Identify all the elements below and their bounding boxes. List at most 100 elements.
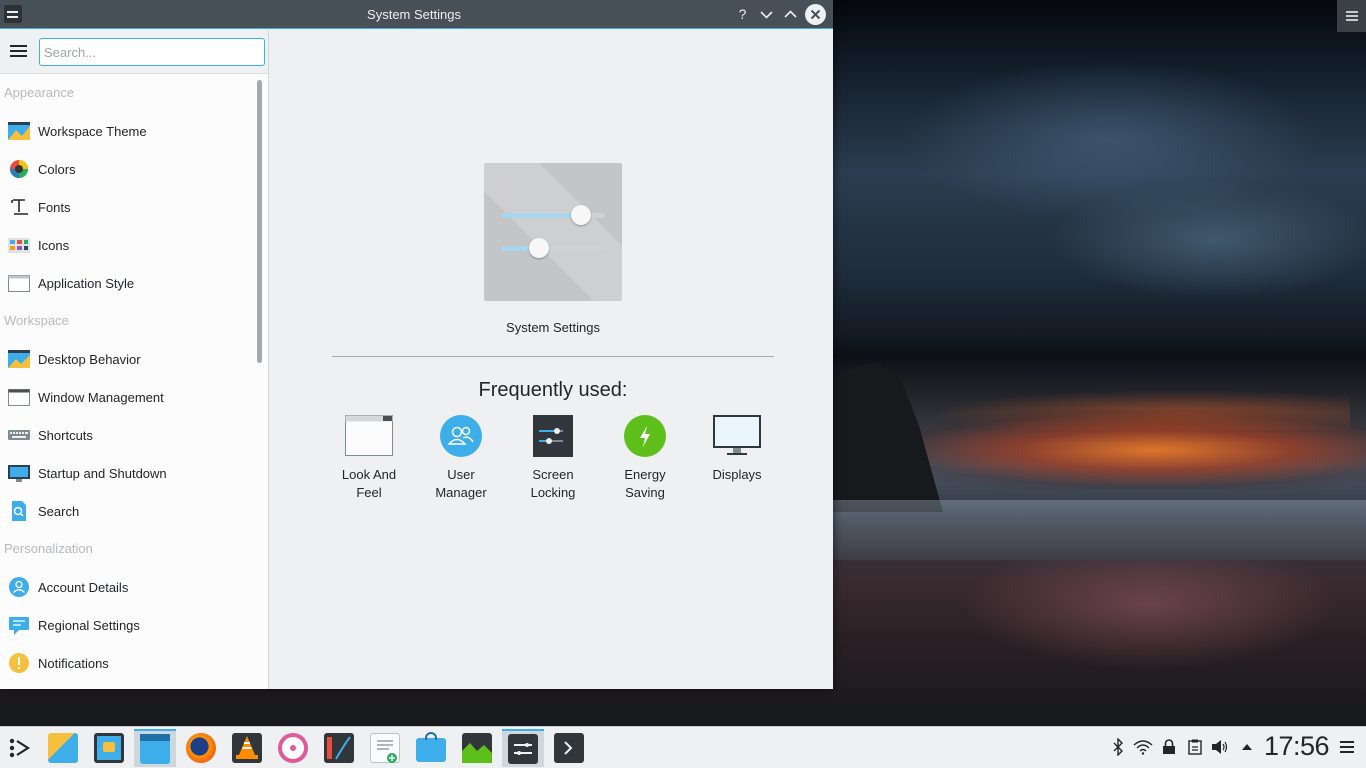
close-button[interactable] xyxy=(805,4,826,25)
screen-locking-icon xyxy=(529,414,577,458)
clock[interactable]: 17:56 xyxy=(1264,731,1330,762)
monitor-icon xyxy=(8,462,30,484)
minimize-button[interactable] xyxy=(756,4,777,25)
frequent-item-label: Look And xyxy=(341,467,397,482)
window-titlebar[interactable]: System Settings ? xyxy=(0,0,833,29)
volume-icon[interactable] xyxy=(1210,737,1230,757)
frequent-item-label: Screen xyxy=(532,467,574,482)
taskbar-app-ksysguard[interactable] xyxy=(456,729,498,767)
sidebar-item-window-management[interactable]: Window Management xyxy=(0,378,256,416)
user-manager-icon xyxy=(437,414,485,458)
taskbar-app-system-monitor[interactable] xyxy=(318,729,360,767)
taskbar-app-eye[interactable] xyxy=(272,729,314,767)
wallpaper-reflection xyxy=(960,560,1340,670)
search-icon xyxy=(8,500,30,522)
search-input[interactable] xyxy=(39,38,265,66)
sidebar-list: Appearance Workspace Theme Colors Fonts xyxy=(0,74,256,682)
sidebar-item-regional-settings[interactable]: Regional Settings xyxy=(0,606,256,644)
hamburger-menu-icon[interactable] xyxy=(10,45,27,58)
taskbar-app-screenshot[interactable] xyxy=(88,729,130,767)
category-personalization: Personalization xyxy=(4,541,93,556)
regional-settings-icon xyxy=(8,614,30,636)
screenshot-icon xyxy=(94,733,124,763)
sidebar-item-label: Notifications xyxy=(38,655,109,671)
taskbar-app-text-editor[interactable] xyxy=(364,729,406,767)
settings-icon xyxy=(508,734,538,764)
sidebar-item-startup-shutdown[interactable]: Startup and Shutdown xyxy=(0,454,256,492)
hero-slider-knob xyxy=(571,205,591,225)
wifi-icon[interactable] xyxy=(1133,737,1153,757)
taskbar-app-system-settings[interactable] xyxy=(502,729,544,767)
sidebar-item-label: Desktop Behavior xyxy=(38,351,141,367)
expand-tray-icon[interactable] xyxy=(1237,737,1257,757)
frequently-used-title: Frequently used: xyxy=(478,379,628,401)
taskbar-app-vlc[interactable] xyxy=(226,729,268,767)
window-management-icon xyxy=(8,386,30,408)
system-monitor-icon xyxy=(324,733,354,763)
taskbar-app-file-manager[interactable] xyxy=(134,729,176,767)
sidebar-item-label: Search xyxy=(38,503,80,519)
frequent-item-label: Feel xyxy=(356,485,382,500)
system-settings-hero-icon xyxy=(484,163,622,301)
frequent-item-displays[interactable]: Displays xyxy=(697,414,777,484)
help-button[interactable]: ? xyxy=(732,4,753,25)
frequent-item-energy-saving[interactable]: Energy Saving xyxy=(605,414,685,502)
sidebar-item-label: Account Details xyxy=(38,579,129,595)
frequent-item-label: Manager xyxy=(435,485,487,500)
sidebar-item-fonts[interactable]: Fonts xyxy=(0,188,256,226)
sidebar-item-label: Workspace Theme xyxy=(38,123,147,139)
terminal-icon xyxy=(554,733,584,763)
window-title: System Settings xyxy=(367,7,461,22)
look-and-feel-icon xyxy=(345,414,393,458)
sidebar-item-label: Startup and Shutdown xyxy=(38,465,167,481)
sidebar-item-label: Icons xyxy=(38,237,70,253)
sidebar-item-label: Window Management xyxy=(38,389,164,405)
sidebar-item-label: Colors xyxy=(38,161,76,177)
taskbar-app-kde-theme[interactable] xyxy=(42,729,84,767)
panel-menu-icon[interactable] xyxy=(1340,741,1354,753)
sidebar-item-label: Shortcuts xyxy=(38,427,93,443)
sidebar-scrollbar[interactable] xyxy=(257,80,262,363)
frequent-item-label: Energy xyxy=(624,467,666,482)
taskbar-app-discover[interactable] xyxy=(410,729,452,767)
taskbar: 17:56 xyxy=(0,726,1366,768)
wallpaper-surf xyxy=(833,500,1366,560)
sidebar-item-icons[interactable]: Icons xyxy=(0,226,256,264)
sidebar-item-notifications[interactable]: Notifications xyxy=(0,644,256,682)
taskbar-app-konsole[interactable] xyxy=(548,729,590,767)
workspace-theme-icon xyxy=(8,120,30,142)
frequent-item-look-and-feel[interactable]: Look And Feel xyxy=(329,414,409,502)
category-workspace: Workspace xyxy=(4,313,69,328)
sidebar-item-application-style[interactable]: Application Style xyxy=(0,264,256,302)
activity-chart-icon xyxy=(462,733,492,763)
bluetooth-icon[interactable] xyxy=(1108,737,1128,757)
sidebar-item-colors[interactable]: Colors xyxy=(0,150,256,188)
sidebar-header xyxy=(0,30,268,74)
frequent-item-user-manager[interactable]: User Manager xyxy=(421,414,501,502)
display-icon xyxy=(713,414,761,458)
workspace-theme-icon xyxy=(48,733,78,763)
sidebar-item-account-details[interactable]: Account Details xyxy=(0,568,256,606)
user-icon xyxy=(8,576,30,598)
chevron-up-icon xyxy=(784,10,797,18)
main-content: System Settings Frequently used: Look An… xyxy=(270,30,833,689)
lock-icon[interactable] xyxy=(1159,737,1179,757)
close-icon xyxy=(810,9,821,20)
clipboard-icon[interactable] xyxy=(1185,737,1205,757)
desktop-toolbox-button[interactable] xyxy=(1337,0,1366,32)
sidebar-item-workspace-theme[interactable]: Workspace Theme xyxy=(0,112,256,150)
notification-icon xyxy=(8,652,30,674)
sidebar-item-label: Fonts xyxy=(38,199,71,215)
sidebar-item-search[interactable]: Search xyxy=(0,492,256,530)
sidebar-item-shortcuts[interactable]: Shortcuts xyxy=(0,416,256,454)
system-settings-window: System Settings ? Appearance Workspace xyxy=(0,0,833,689)
maximize-button[interactable] xyxy=(780,4,801,25)
wallpaper-sunset xyxy=(880,410,1366,490)
application-launcher-icon[interactable] xyxy=(6,736,34,760)
frequent-item-label: Locking xyxy=(530,485,576,500)
sidebar-item-desktop-behavior[interactable]: Desktop Behavior xyxy=(0,340,256,378)
sidebar: Appearance Workspace Theme Colors Fonts xyxy=(0,30,269,689)
frequent-item-screen-locking[interactable]: Screen Locking xyxy=(513,414,593,502)
taskbar-app-firefox[interactable] xyxy=(180,729,222,767)
frequent-item-label: User xyxy=(447,467,475,482)
